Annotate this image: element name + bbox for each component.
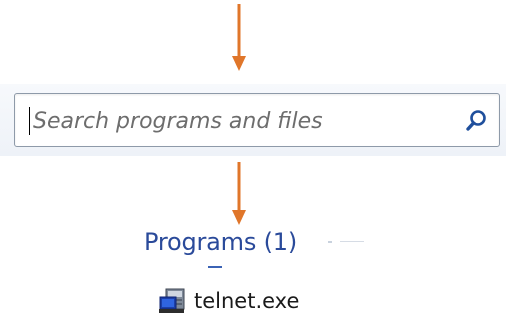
text-caret <box>29 107 30 135</box>
search-input[interactable] <box>33 102 443 140</box>
arrow-down-icon <box>232 162 246 225</box>
programs-group-title: Programs (1) <box>144 228 297 256</box>
arrow-down-icon <box>232 4 246 71</box>
header-underline <box>208 266 222 268</box>
start-menu-search-illustration: Programs (1) telnet.exe <box>0 0 506 320</box>
down-arrow-top <box>231 4 247 72</box>
header-divider-dot <box>328 241 332 243</box>
header-divider <box>340 241 364 242</box>
programs-group-header: Programs (1) <box>144 224 364 260</box>
terminal-app-icon <box>158 287 188 315</box>
result-label: telnet.exe <box>194 289 300 313</box>
search-box[interactable] <box>14 93 500 147</box>
search-icon[interactable] <box>465 108 489 132</box>
result-item-telnet[interactable]: telnet.exe <box>158 286 299 316</box>
down-arrow-middle <box>231 162 247 228</box>
